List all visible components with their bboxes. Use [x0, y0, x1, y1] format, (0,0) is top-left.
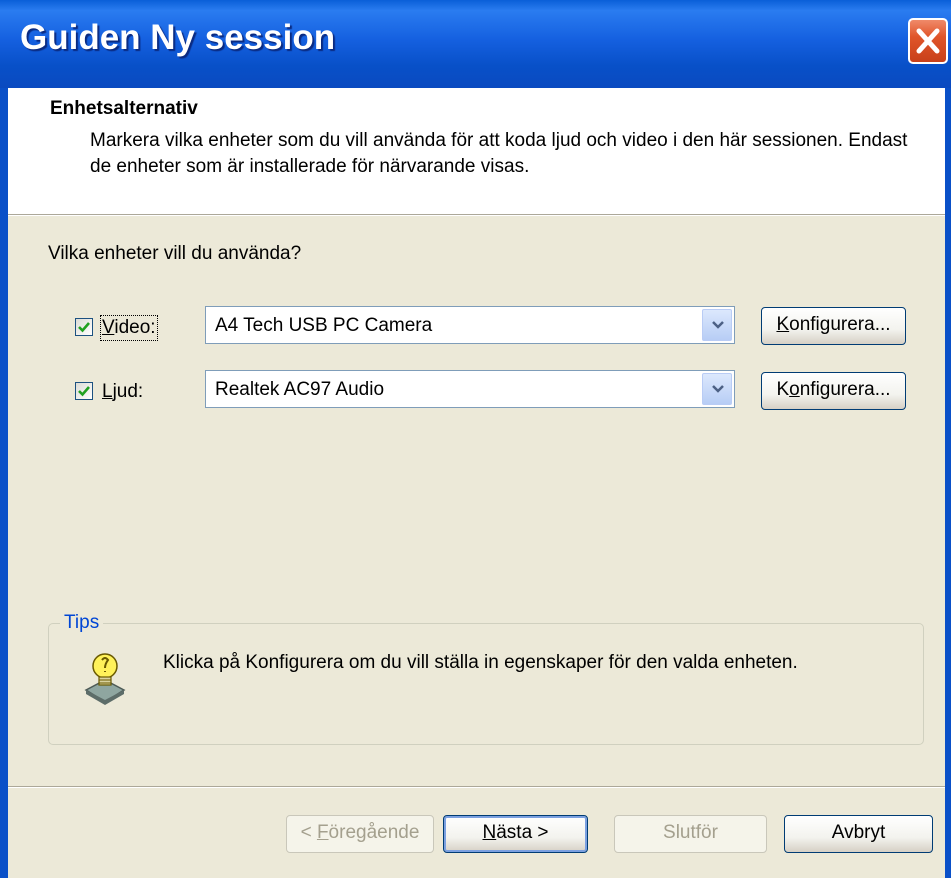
- dropdown-arrow-icon: [712, 321, 724, 329]
- finish-button[interactable]: Slutför: [614, 815, 767, 853]
- header-divider: [8, 214, 945, 216]
- close-icon: [916, 28, 940, 54]
- video-checkbox[interactable]: [75, 318, 93, 336]
- footer-divider: [8, 786, 945, 788]
- tips-legend: Tips: [60, 612, 104, 634]
- dropdown-arrow-icon: [712, 385, 724, 393]
- audio-device-select[interactable]: Realtek AC97 Audio: [205, 370, 735, 408]
- audio-dropdown-button[interactable]: [702, 373, 732, 405]
- wizard-header: Enhetsalternativ Markera vilka enheter s…: [8, 88, 945, 214]
- next-button[interactable]: Nästa >: [443, 815, 588, 853]
- audio-checkbox[interactable]: [75, 382, 93, 400]
- device-question: Vilka enheter vill du använda?: [48, 243, 302, 264]
- tips-text: Klicka på Konfigurera om du vill ställa …: [163, 652, 798, 673]
- video-label[interactable]: Video:: [100, 315, 158, 341]
- video-device-value: A4 Tech USB PC Camera: [215, 315, 433, 336]
- window-title: Guiden Ny session: [20, 18, 336, 57]
- audio-label[interactable]: Ljud:: [102, 381, 143, 403]
- window-frame-left: [0, 88, 8, 878]
- back-button[interactable]: < Föregående: [286, 815, 434, 853]
- video-configure-button[interactable]: Konfigurera...: [761, 307, 906, 345]
- checkmark-icon: [78, 322, 90, 333]
- cancel-button[interactable]: Avbryt: [784, 815, 933, 853]
- close-button[interactable]: [908, 18, 948, 64]
- lightbulb-tip-icon: [82, 650, 128, 711]
- page-title: Enhetsalternativ: [50, 98, 198, 119]
- checkmark-icon: [78, 386, 90, 397]
- title-bar: Guiden Ny session: [0, 0, 951, 88]
- audio-configure-button[interactable]: Konfigurera...: [761, 372, 906, 410]
- tips-group: [48, 623, 924, 745]
- window-frame-right: [945, 88, 951, 878]
- video-dropdown-button[interactable]: [702, 309, 732, 341]
- page-description: Markera vilka enheter som du vill använd…: [90, 130, 908, 177]
- audio-device-value: Realtek AC97 Audio: [215, 379, 385, 400]
- video-device-select[interactable]: A4 Tech USB PC Camera: [205, 306, 735, 344]
